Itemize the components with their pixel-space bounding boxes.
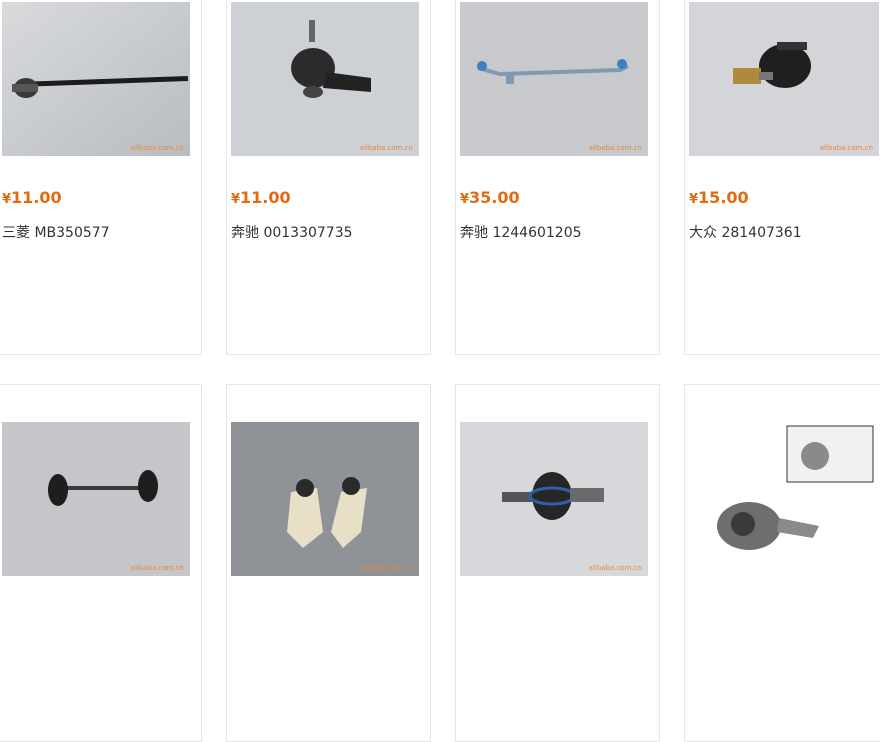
watermark: alibaba.com.cn xyxy=(359,564,413,572)
product-price: ¥35.00 xyxy=(460,188,520,207)
product-title[interactable]: 三菱 MB350577 xyxy=(2,222,110,242)
product-image-ball-joint-blue[interactable]: alibaba.com.cn xyxy=(460,422,648,576)
product-image-center-link[interactable]: alibaba.com.cn xyxy=(460,2,648,156)
watermark: alibaba.com.cn xyxy=(819,144,873,152)
watermark: alibaba.com.cn xyxy=(359,144,413,152)
product-price: ¥11.00 xyxy=(231,188,291,207)
watermark: alibaba.com.cn xyxy=(588,564,642,572)
product-image-inner-tie-rod[interactable]: alibaba.com.cn xyxy=(2,2,190,156)
watermark: alibaba.com.cn xyxy=(588,144,642,152)
product-card[interactable]: alibaba.com.cn ¥11.00 奔驰 0013307735 xyxy=(226,0,431,355)
product-image-ball-joint-pair[interactable]: alibaba.com.cn xyxy=(231,422,419,576)
product-image-water-pump[interactable] xyxy=(689,422,879,576)
product-card[interactable]: alibaba.com.cn ¥11.00 三菱 MB350577 xyxy=(0,0,202,355)
product-price: ¥15.00 xyxy=(689,188,749,207)
product-card[interactable]: alibaba.com.cn xyxy=(455,384,660,742)
product-image-tie-rod-end[interactable]: alibaba.com.cn xyxy=(231,2,419,156)
product-card[interactable]: alibaba.com.cn xyxy=(0,384,202,742)
product-image-stabilizer-link[interactable]: alibaba.com.cn xyxy=(2,422,190,576)
product-card[interactable]: alibaba.com.cn ¥35.00 奔驰 1244601205 xyxy=(455,0,660,355)
product-card[interactable]: alibaba.com.cn ¥15.00 大众 281407361 xyxy=(684,0,880,355)
product-title[interactable]: 奔驰 0013307735 xyxy=(231,222,353,242)
product-card[interactable]: alibaba.com.cn xyxy=(226,384,431,742)
product-image-ball-joint[interactable]: alibaba.com.cn xyxy=(689,2,879,156)
product-card[interactable] xyxy=(684,384,880,742)
product-title[interactable]: 大众 281407361 xyxy=(689,222,802,242)
product-title[interactable]: 奔驰 1244601205 xyxy=(460,222,582,242)
watermark: alibaba.com.cn xyxy=(130,564,184,572)
product-price: ¥11.00 xyxy=(2,188,62,207)
watermark: alibaba.com.cn xyxy=(130,144,184,152)
